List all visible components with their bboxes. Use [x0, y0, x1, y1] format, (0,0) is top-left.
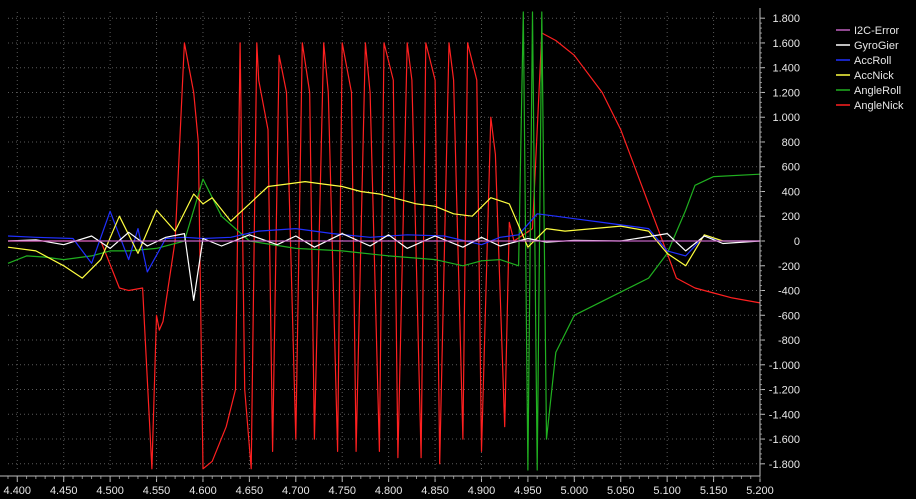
line-chart: 1.800 1.600 1.400 1.200 1.000 800 600 400 200 0 -2…	[0, 0, 916, 499]
legend-label-gyrogier: GyroGier	[854, 40, 899, 52]
y-tick-label: 1.800	[772, 13, 800, 25]
y-tick-label: -1.400	[769, 409, 800, 421]
y-tick-label: 0	[794, 236, 800, 248]
x-tick-label: 4.650	[236, 485, 264, 497]
legend-label-angleroll: AngleRoll	[854, 85, 901, 97]
y-tick-label: -400	[778, 286, 800, 298]
y-tick-label: 800	[782, 137, 800, 149]
x-tick-label: 5.200	[746, 485, 774, 497]
y-tick-label: -1.000	[769, 360, 800, 372]
x-tick-label: 4.950	[514, 485, 542, 497]
x-tick-label: 4.750	[328, 485, 356, 497]
y-tick-label: -1.600	[769, 434, 800, 446]
x-tick-label: 4.850	[421, 485, 449, 497]
x-tick-label: 4.450	[50, 485, 78, 497]
legend-label-i2c-error: I2C-Error	[854, 25, 900, 37]
x-tick-label: 4.500	[96, 485, 124, 497]
x-tick-label: 5.000	[561, 485, 589, 497]
y-tick-label: 400	[782, 186, 800, 198]
x-tick-label: 4.600	[189, 485, 217, 497]
y-tick-label: -600	[778, 310, 800, 322]
x-tick-label: 5.100	[653, 485, 681, 497]
x-tick-label: 4.550	[143, 485, 171, 497]
x-tick-label: 5.150	[700, 485, 728, 497]
y-tick-label: 1.000	[772, 112, 800, 124]
x-tick-label: 4.400	[4, 485, 32, 497]
y-tick-label: 1.200	[772, 87, 800, 99]
y-tick-label: 600	[782, 162, 800, 174]
y-tick-label: -200	[778, 261, 800, 273]
y-tick-label: -1.800	[769, 459, 800, 471]
y-tick-label: -800	[778, 335, 800, 347]
legend-label-accnick: AccNick	[854, 70, 894, 82]
x-tick-label: 4.800	[375, 485, 403, 497]
x-tick-label: 4.900	[468, 485, 496, 497]
legend-label-accroll: AccRoll	[854, 55, 891, 67]
y-tick-label: 1.600	[772, 38, 800, 50]
x-tick-label: 4.700	[282, 485, 310, 497]
y-tick-label: 1.400	[772, 63, 800, 75]
y-tick-label: -1.200	[769, 385, 800, 397]
y-tick-label: 200	[782, 211, 800, 223]
legend-label-anglenick: AngleNick	[854, 100, 904, 112]
x-tick-label: 5.050	[607, 485, 635, 497]
